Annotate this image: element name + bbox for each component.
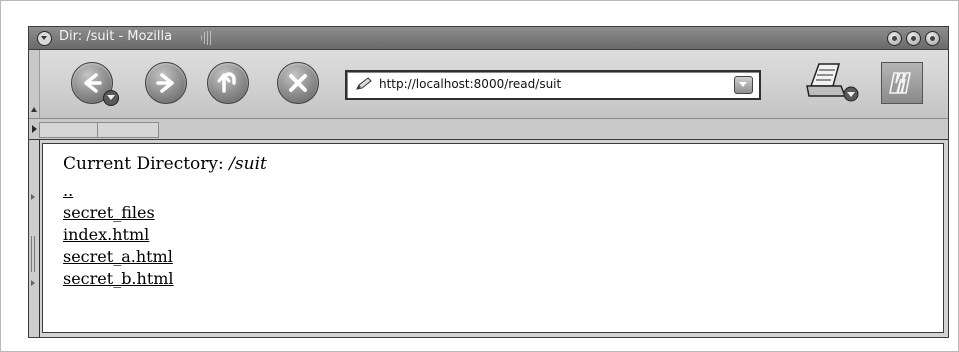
- url-history-dropdown[interactable]: [734, 76, 753, 94]
- file-link-secret-a[interactable]: secret_a.html: [63, 246, 174, 268]
- sidebar-grip-icon: [31, 236, 37, 272]
- sidebar-arrow-icon: [31, 194, 35, 200]
- sidebar-splitter[interactable]: [29, 140, 40, 337]
- toolbar-collapse-handle[interactable]: [29, 50, 40, 118]
- stop-icon: [289, 74, 307, 92]
- heading-label: Current Directory:: [63, 154, 224, 174]
- sidebar-arrow-icon-2: [31, 280, 35, 286]
- stop-button[interactable]: [277, 62, 319, 104]
- file-link-secret-files[interactable]: secret_files: [63, 202, 174, 224]
- file-link-secret-b[interactable]: secret_b.html: [63, 268, 174, 290]
- mozilla-logo: [881, 62, 923, 104]
- url-input[interactable]: http://localhost:8000/read/suit: [379, 77, 561, 91]
- print-icon[interactable]: [805, 58, 863, 108]
- forward-arrow-icon: [156, 73, 174, 93]
- window-menu-icon[interactable]: [37, 31, 52, 46]
- title-bar[interactable]: Dir: /suit - Mozilla: [29, 27, 948, 50]
- directory-listing: .. secret_files index.html secret_a.html…: [63, 180, 174, 290]
- file-link-index[interactable]: index.html: [63, 224, 174, 246]
- page-title: Current Directory: /suit: [63, 154, 267, 174]
- tab-collapsed-2[interactable]: [97, 122, 159, 138]
- window-title: Dir: /suit - Mozilla: [59, 29, 173, 44]
- reload-icon: [217, 72, 236, 93]
- tab-strip: [29, 119, 948, 140]
- browser-window: Dir: /suit - Mozilla http://localhost:80…: [28, 26, 949, 338]
- title-grip-icon: [201, 31, 213, 45]
- reload-button[interactable]: [207, 62, 249, 104]
- back-history-dropdown[interactable]: [103, 90, 119, 106]
- url-bar[interactable]: http://localhost:8000/read/suit: [345, 70, 761, 100]
- page-proxy-icon[interactable]: [355, 77, 373, 91]
- forward-button[interactable]: [145, 62, 187, 104]
- minimize-button[interactable]: [887, 31, 902, 46]
- navigation-toolbar: http://localhost:8000/read/suit: [29, 50, 948, 119]
- current-directory-path: /suit: [229, 154, 267, 174]
- tab-collapsed[interactable]: [39, 122, 99, 138]
- parent-directory-link[interactable]: ..: [63, 180, 174, 202]
- close-window-button[interactable]: [925, 31, 940, 46]
- maximize-button[interactable]: [906, 31, 921, 46]
- tab-scroll-left-icon[interactable]: [32, 125, 37, 133]
- page-content: Current Directory: /suit .. secret_files…: [42, 143, 944, 333]
